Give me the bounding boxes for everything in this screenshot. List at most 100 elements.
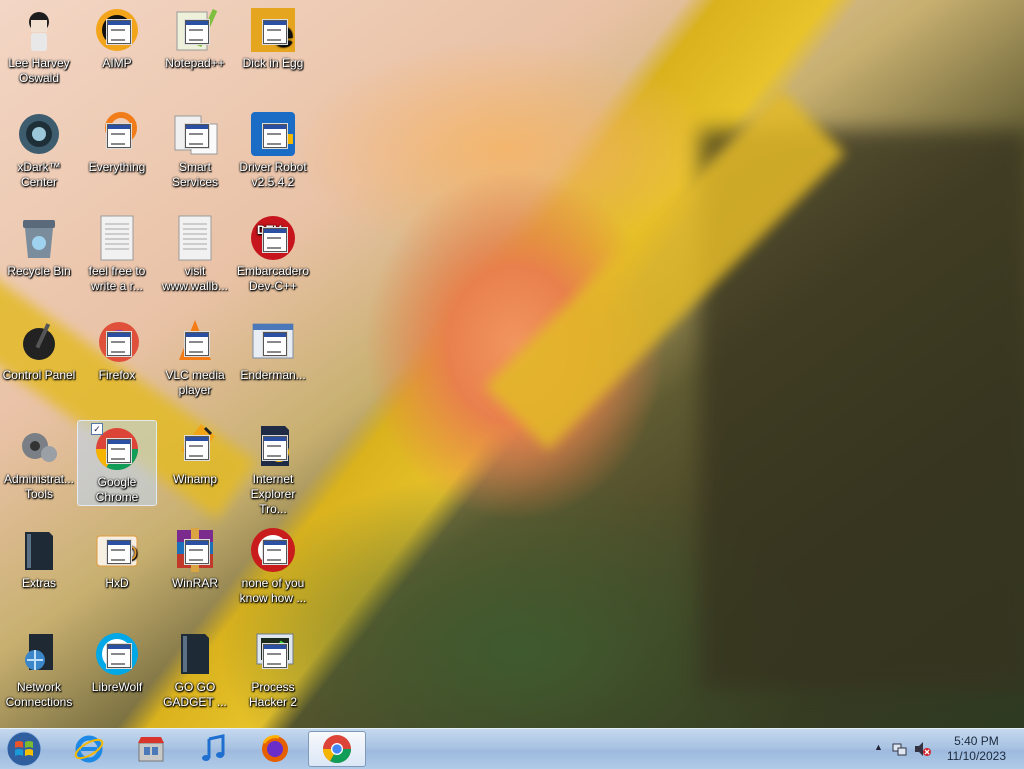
network-icon (25, 634, 53, 670)
icon-label: Enderman... (240, 368, 306, 382)
icon-label: GO GO GADGET ... (163, 680, 227, 709)
desktop-icon-visit-wallb[interactable]: visit www.wallb... (156, 210, 234, 294)
shortcut-window-icon (263, 540, 287, 564)
folder-icon (181, 634, 209, 674)
desktop-icon-driver-robot[interactable]: Driver Robot v2.5.4.2 (234, 106, 312, 190)
admin-tools-icon (22, 433, 57, 462)
shortcut-window-icon (185, 332, 209, 356)
icon-label: Lee Harvey Oswald (8, 56, 70, 85)
icon-label: visit www.wallb... (161, 264, 229, 293)
network-tray-icon[interactable] (892, 741, 908, 757)
desktop-icon-network-connections[interactable]: Network Connections (0, 626, 78, 710)
desktop-icon-embarcadero-devcpp[interactable]: DEV Embarcadero Dev-C++ (234, 210, 312, 294)
desktop-icon-winrar[interactable]: WinRAR (156, 522, 234, 591)
shortcut-window-icon (107, 332, 131, 356)
icon-label: Network Connections (5, 680, 73, 709)
shortcut-window-icon (263, 332, 287, 356)
character-icon (29, 12, 49, 51)
icon-label: Embarcadero Dev-C++ (236, 264, 310, 293)
icon-label: Everything (88, 160, 146, 174)
text-document-icon (178, 215, 212, 261)
shortcut-window-icon (263, 644, 287, 668)
control-panel-icon (23, 323, 55, 360)
start-button[interactable] (4, 730, 44, 768)
shortcut-window-icon (185, 540, 209, 564)
desktop-icon-dick-in-egg[interactable]: e Dick in Egg (234, 2, 312, 71)
shortcut-window-icon (107, 124, 131, 148)
desktop-icon-smart-services[interactable]: Smart Services (156, 106, 234, 190)
volume-muted-icon[interactable] (914, 741, 932, 757)
shortcut-window-icon (185, 20, 209, 44)
desktop-icon-recycle-bin[interactable]: Recycle Bin (0, 210, 78, 279)
text-document-icon (100, 215, 134, 261)
recycle-bin-icon (23, 220, 55, 258)
icon-label: Extras (21, 576, 56, 590)
desktop-icon-internet-explorer-trojan[interactable]: Internet Explorer Tro... (234, 418, 312, 517)
desktop-icon-none-of-you-know[interactable]: none of you know how ... (234, 522, 312, 606)
desktop-background: Lee Harvey Oswald xDark™ Center Recycle … (0, 0, 1024, 728)
icon-label: feel free to write a r... (88, 264, 146, 293)
desktop-icon-notepad-plus-plus[interactable]: Notepad++ (156, 2, 234, 71)
icon-label: Smart Services (171, 160, 218, 189)
selection-checkbox-icon[interactable]: ✓ (91, 423, 103, 435)
shortcut-window-icon (263, 124, 287, 148)
desktop-icon-aimp[interactable]: AIMP (78, 2, 156, 71)
desktop-icon-enderman[interactable]: Enderman... (234, 314, 312, 383)
music-note-icon (202, 734, 225, 761)
clock-time: 5:40 PM (954, 734, 999, 748)
shortcut-window-icon (185, 124, 209, 148)
icon-label: Driver Robot v2.5.4.2 (239, 160, 307, 189)
icon-label: Dick in Egg (242, 56, 304, 70)
shortcut-window-icon (185, 436, 209, 460)
taskbar-chrome[interactable] (308, 731, 366, 767)
icon-label: Control Panel (2, 368, 76, 382)
system-tray: ▲ 5:40 PM 11/10/2023 (864, 729, 1024, 769)
desktop-icon-go-go-gadget[interactable]: GO GO GADGET ... (156, 626, 234, 710)
firefox-icon (262, 735, 288, 762)
icon-label: AIMP (102, 56, 132, 70)
ie-icon (74, 735, 104, 763)
icon-label: HxD (105, 576, 129, 590)
shortcut-window-icon (107, 644, 131, 668)
shortcut-window-icon (107, 20, 131, 44)
desktop-icon-hxd[interactable]: D HxD (78, 522, 156, 591)
taskbar-store[interactable] (124, 731, 178, 767)
desktop-icon-google-chrome[interactable]: ✓ Google Chrome (77, 420, 157, 506)
desktop-icon-feel-free-text[interactable]: feel free to write a r... (78, 210, 156, 294)
taskbar-internet-explorer[interactable] (62, 731, 116, 767)
shortcut-window-icon (107, 439, 131, 463)
chrome-icon (323, 735, 351, 764)
folder-icon (25, 532, 53, 570)
icon-label: Administrat... Tools (3, 472, 75, 501)
shortcut-window-icon (263, 20, 287, 44)
icon-label: none of you know how ... (239, 576, 307, 605)
store-icon (138, 737, 164, 762)
shortcut-window-icon (263, 228, 287, 252)
taskbar-music[interactable] (186, 731, 240, 767)
icon-label: Google Chrome (95, 475, 139, 504)
desktop-icon-everything[interactable]: Everything (78, 106, 156, 175)
desktop-icon-vlc-media-player[interactable]: VLC media player (156, 314, 234, 398)
desktop-icon-administrative-tools[interactable]: Administrat... Tools (0, 418, 78, 502)
clock[interactable]: 5:40 PM 11/10/2023 (947, 734, 1006, 764)
desktop-icon-librewolf[interactable]: LibreWolf (78, 626, 156, 695)
desktop-icon-firefox[interactable]: Firefox (78, 314, 156, 383)
shortcut-window-icon (263, 436, 287, 460)
icon-label: xDark™ Center (17, 160, 61, 189)
show-hidden-icons-icon[interactable]: ▲ (874, 742, 883, 752)
icon-label: Recycle Bin (7, 264, 71, 278)
icon-label: Firefox (98, 368, 136, 382)
desktop-icon-winamp[interactable]: Winamp (156, 418, 234, 487)
desktop-icon-xdark-center[interactable]: xDark™ Center (0, 106, 78, 190)
taskbar-firefox[interactable] (248, 731, 302, 767)
icon-label: VLC media player (165, 368, 225, 397)
desktop-icon-control-panel[interactable]: Control Panel (0, 314, 78, 383)
desktop-icon-lee-harvey-oswald[interactable]: Lee Harvey Oswald (0, 2, 78, 86)
taskbar: ▲ 5:40 PM 11/10/2023 (0, 728, 1024, 769)
icon-label: WinRAR (171, 576, 218, 590)
icon-label: Process Hacker 2 (248, 680, 298, 709)
icon-label: Internet Explorer Tro... (250, 472, 296, 516)
clock-date: 11/10/2023 (946, 749, 1006, 763)
desktop-icon-process-hacker[interactable]: Process Hacker 2 (234, 626, 312, 710)
desktop-icon-extras[interactable]: Extras (0, 522, 78, 591)
